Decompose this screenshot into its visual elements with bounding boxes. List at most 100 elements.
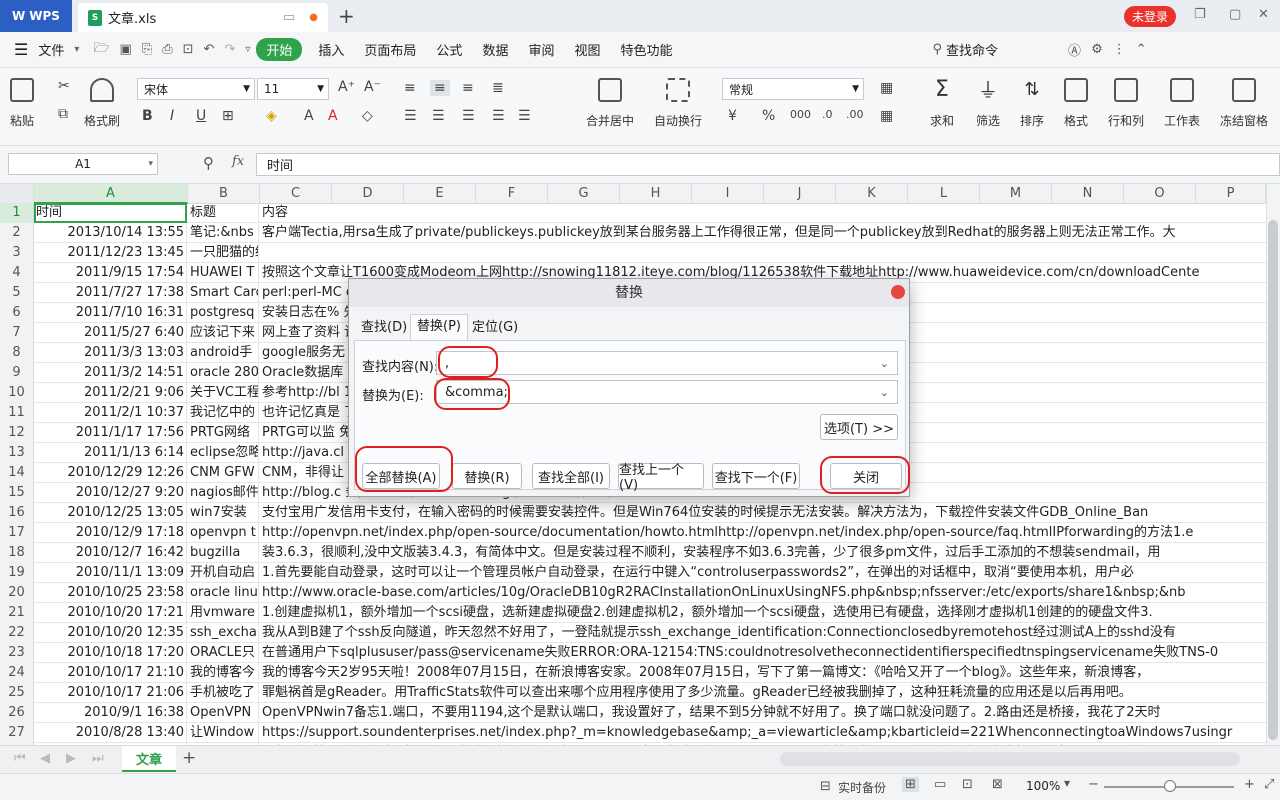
- fill-color-icon[interactable]: ◈: [266, 108, 277, 124]
- window-restore-icon[interactable]: ❐: [1194, 7, 1206, 22]
- print-icon[interactable]: ⎙: [162, 42, 172, 57]
- eraser-icon[interactable]: ◇: [362, 108, 373, 124]
- cell-title[interactable]: oracle 280: [188, 363, 259, 383]
- conditional-format-icon[interactable]: ▦: [880, 80, 893, 96]
- cell-title[interactable]: win7安装: [188, 503, 259, 523]
- increase-font-icon[interactable]: A⁺: [338, 79, 355, 95]
- column-header-k[interactable]: K: [836, 184, 908, 204]
- find-all-button[interactable]: 查找全部(I): [532, 463, 610, 489]
- print-preview-icon[interactable]: ⊡: [183, 42, 194, 57]
- italic-icon[interactable]: I: [170, 108, 174, 124]
- decrease-font-icon[interactable]: A⁻: [364, 79, 381, 95]
- gear-icon[interactable]: ⚙: [1091, 42, 1103, 57]
- font-color-icon[interactable]: A: [304, 108, 314, 124]
- cell-time[interactable]: 2010/11/1 13:09: [34, 563, 187, 583]
- cell-title[interactable]: 用vmware: [188, 603, 259, 623]
- cell-time[interactable]: 2010/12/9 17:18: [34, 523, 187, 543]
- percent-icon[interactable]: %: [762, 108, 775, 124]
- align-right-icon[interactable]: ☰: [462, 108, 475, 124]
- cut-icon[interactable]: ✂: [58, 78, 70, 94]
- border-icon[interactable]: ⊞: [222, 108, 234, 124]
- column-header-c[interactable]: C: [260, 184, 332, 204]
- chevron-down-icon[interactable]: ⌄: [880, 357, 889, 370]
- realtime-backup[interactable]: 实时备份: [838, 779, 886, 796]
- row-number[interactable]: 25: [0, 683, 34, 703]
- column-header-m[interactable]: M: [980, 184, 1052, 204]
- replace-button[interactable]: 替换(R): [452, 463, 522, 489]
- last-sheet-icon[interactable]: ⏭: [92, 751, 104, 766]
- cell-content[interactable]: 我的博客今天2岁95天啦！2008年07月15日，在新浪博客安家。2008年07…: [260, 663, 1266, 683]
- increase-decimal-icon[interactable]: .0: [822, 108, 833, 121]
- cell-title[interactable]: 开机自动启: [188, 563, 259, 583]
- orientation-icon[interactable]: ≣: [492, 80, 504, 96]
- align-center-icon[interactable]: ☰: [432, 108, 445, 124]
- normal-view-icon[interactable]: ⊞: [902, 777, 919, 792]
- thousands-icon[interactable]: 000: [790, 108, 811, 121]
- row-number[interactable]: 5: [0, 283, 34, 303]
- cell-content[interactable]: 在普通用户下sqlplususer/pass@servicename失败ERRO…: [260, 643, 1266, 663]
- rows-columns-button[interactable]: 行和列: [1108, 78, 1144, 129]
- reading-mode-icon[interactable]: ⊠: [992, 777, 1003, 792]
- cell-title[interactable]: 标题: [188, 203, 259, 223]
- wrap-text-button[interactable]: 自动换行: [654, 78, 702, 129]
- add-sheet-button[interactable]: +: [182, 748, 196, 768]
- cell-time[interactable]: 2010/10/20 12:35: [34, 623, 187, 643]
- cell-time[interactable]: 2011/1/13 6:14: [34, 443, 187, 463]
- cell-title[interactable]: OpenVPN: [188, 703, 259, 723]
- cell-content[interactable]: [260, 243, 1266, 263]
- cell-title[interactable]: eclipse忽略: [188, 443, 259, 463]
- collapse-ribbon-icon[interactable]: ⌃: [1136, 42, 1147, 57]
- column-header-o[interactable]: O: [1124, 184, 1196, 204]
- dialog-close-icon[interactable]: [891, 285, 905, 299]
- replace-all-button[interactable]: 全部替换(A): [362, 463, 440, 489]
- cell-title[interactable]: nagios邮件: [188, 483, 259, 503]
- chevron-down-icon[interactable]: ⌄: [880, 386, 889, 399]
- row-number[interactable]: 2: [0, 223, 34, 243]
- cell-time[interactable]: 2010/12/29 12:26: [34, 463, 187, 483]
- cell-time[interactable]: 2010/12/27 9:20: [34, 483, 187, 503]
- row-number[interactable]: 12: [0, 423, 34, 443]
- tab-find[interactable]: 查找(D): [355, 316, 413, 340]
- currency-icon[interactable]: ¥: [728, 108, 737, 124]
- cell-content[interactable]: http://www.oracle-base.com/articles/10g/…: [260, 583, 1266, 603]
- menu-special-features[interactable]: 特色功能: [610, 40, 682, 59]
- chevron-down-icon[interactable]: ▾: [74, 44, 79, 55]
- menu-formulas[interactable]: 公式: [426, 40, 472, 59]
- row-number[interactable]: 26: [0, 703, 34, 723]
- prev-sheet-icon[interactable]: ◀: [40, 751, 50, 766]
- cell-time[interactable]: 2010/12/25 13:05: [34, 503, 187, 523]
- window-close-icon[interactable]: ✕: [1258, 7, 1269, 22]
- horizontal-scrollbar[interactable]: [780, 752, 1240, 766]
- cell-content[interactable]: 内容: [260, 203, 1266, 223]
- row-number[interactable]: 1: [0, 203, 34, 223]
- redo-icon[interactable]: ↷: [224, 42, 235, 57]
- column-header-f[interactable]: F: [476, 184, 548, 204]
- column-header-i[interactable]: I: [692, 184, 764, 204]
- cell-title[interactable]: 笔记:&nbs: [188, 223, 259, 243]
- format-painter-button[interactable]: 格式刷: [84, 78, 120, 129]
- sheet-tab-active[interactable]: 文章: [122, 746, 176, 772]
- paste-button[interactable]: 粘贴: [10, 78, 34, 129]
- cell-time[interactable]: 2013/10/14 13:55: [34, 223, 187, 243]
- zoom-search-icon[interactable]: ⚲: [203, 154, 214, 172]
- row-number[interactable]: 23: [0, 643, 34, 663]
- cell-time[interactable]: 2011/5/27 6:40: [34, 323, 187, 343]
- freeze-panes-button[interactable]: 冻结窗格: [1220, 78, 1268, 129]
- tab-replace[interactable]: 替换(P): [410, 314, 468, 341]
- row-number[interactable]: 18: [0, 543, 34, 563]
- close-button[interactable]: 关闭: [830, 463, 902, 489]
- column-header-g[interactable]: G: [548, 184, 620, 204]
- search-icon[interactable]: ⚲: [933, 42, 943, 57]
- first-sheet-icon[interactable]: ⏮: [14, 751, 26, 766]
- cell-title[interactable]: openvpn t: [188, 523, 259, 543]
- row-number[interactable]: 4: [0, 263, 34, 283]
- cell-title[interactable]: android手: [188, 343, 259, 363]
- next-sheet-icon[interactable]: ▶: [66, 751, 76, 766]
- cell-time[interactable]: 2011/3/2 14:51: [34, 363, 187, 383]
- column-header-h[interactable]: H: [620, 184, 692, 204]
- zoom-out-icon[interactable]: −: [1088, 777, 1099, 792]
- cell-content[interactable]: 客户端Tectia,用rsa生成了private/publickeys.publ…: [260, 223, 1266, 243]
- row-number[interactable]: 21: [0, 603, 34, 623]
- cell-time[interactable]: 2011/7/10 16:31: [34, 303, 187, 323]
- cell-title[interactable]: HUAWEI T: [188, 263, 259, 283]
